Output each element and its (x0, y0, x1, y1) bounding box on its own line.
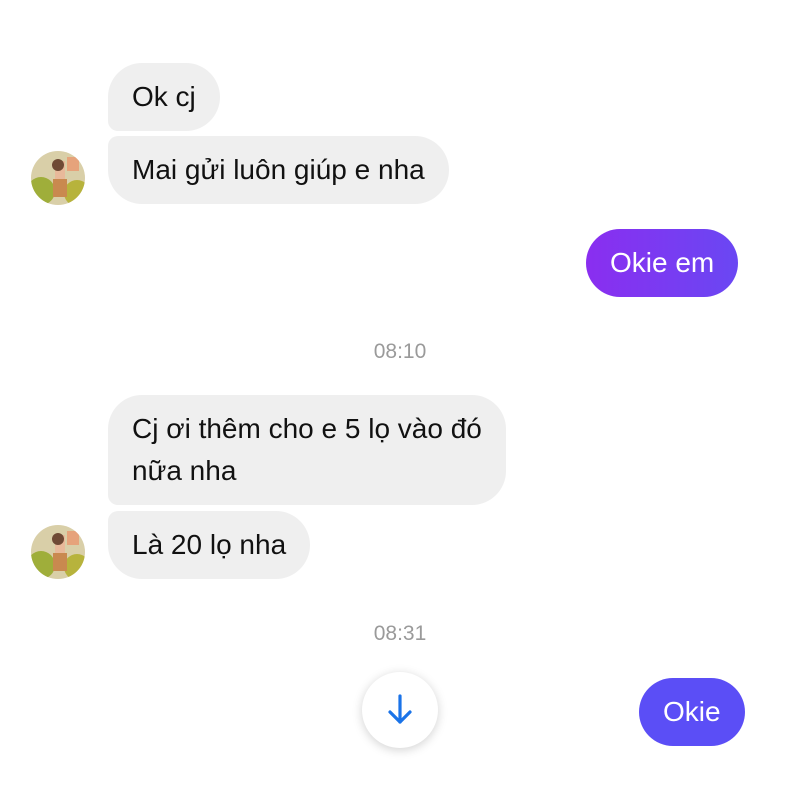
message-text: Mai gửi luôn giúp e nha (132, 154, 425, 185)
avatar-image (31, 525, 85, 579)
outgoing-message-bubble[interactable]: Okie (639, 678, 745, 746)
message-text-line: Cj ơi thêm cho e 5 lọ vào đó (132, 413, 482, 444)
message-text: Okie em (610, 247, 715, 278)
incoming-message-bubble[interactable]: Mai gửi luôn giúp e nha (108, 136, 449, 204)
message-text-line: nữa nha (132, 455, 237, 486)
avatar-image (31, 151, 85, 205)
outgoing-message-bubble[interactable]: Okie em (586, 229, 739, 297)
scroll-to-bottom-button[interactable] (362, 672, 438, 748)
timestamp-divider: 08:31 (373, 622, 427, 645)
incoming-message-bubble[interactable]: Ok cj (108, 63, 220, 131)
message-text: Ok cj (132, 81, 196, 112)
message-text: Okie (663, 696, 721, 727)
contact-avatar[interactable] (31, 151, 85, 205)
incoming-message-bubble[interactable]: Cj ơi thêm cho e 5 lọ vào đó nữa nha (108, 395, 506, 505)
incoming-message-bubble[interactable]: Là 20 lọ nha (108, 511, 311, 579)
message-text: Là 20 lọ nha (132, 529, 287, 560)
contact-avatar[interactable] (31, 525, 85, 579)
arrow-down-icon (388, 694, 412, 724)
timestamp-divider: 08:10 (373, 340, 427, 363)
chat-thread: Ok cj Mai gửi luôn giúp e nha Okie em 08… (0, 0, 800, 800)
